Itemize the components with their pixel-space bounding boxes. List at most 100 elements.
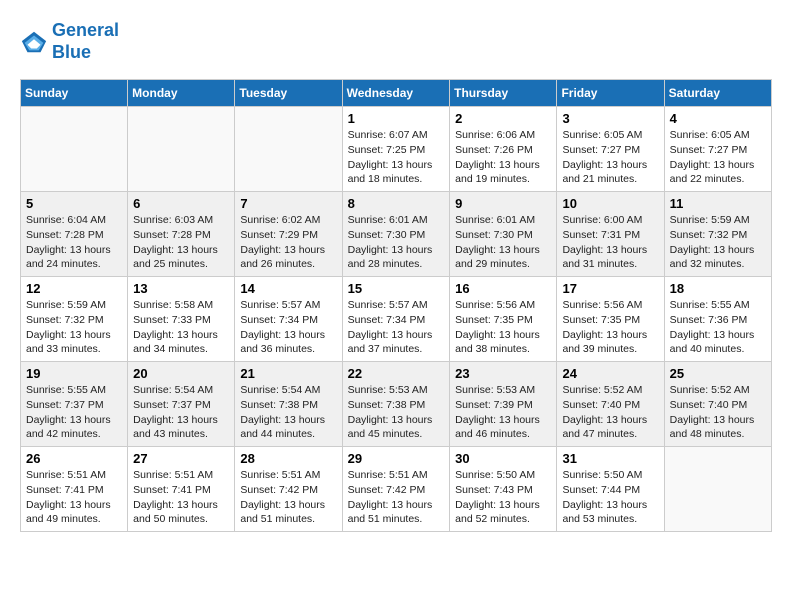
day-info: Sunrise: 5:59 AM Sunset: 7:32 PM Dayligh…	[670, 213, 766, 272]
calendar-week-1: 1 Sunrise: 6:07 AM Sunset: 7:25 PM Daylig…	[21, 107, 772, 192]
calendar-week-5: 26 Sunrise: 5:51 AM Sunset: 7:41 PM Dayli…	[21, 447, 772, 532]
calendar-cell: 4 Sunrise: 6:05 AM Sunset: 7:27 PM Daylig…	[664, 107, 771, 192]
calendar-cell: 27 Sunrise: 5:51 AM Sunset: 7:41 PM Dayli…	[128, 447, 235, 532]
calendar-cell	[235, 107, 342, 192]
day-info: Sunrise: 5:50 AM Sunset: 7:43 PM Dayligh…	[455, 468, 551, 527]
calendar-cell: 11 Sunrise: 5:59 AM Sunset: 7:32 PM Dayli…	[664, 192, 771, 277]
calendar-cell: 12Sunrise: 5:59 AM Sunset: 7:32 PM Dayli…	[21, 277, 128, 362]
day-info: Sunrise: 5:54 AM Sunset: 7:37 PM Dayligh…	[133, 383, 229, 442]
day-number: 17	[562, 281, 658, 296]
day-number: 25	[670, 366, 766, 381]
calendar-cell: 21 Sunrise: 5:54 AM Sunset: 7:38 PM Dayli…	[235, 362, 342, 447]
day-info: Sunrise: 6:06 AM Sunset: 7:26 PM Dayligh…	[455, 128, 551, 187]
day-info: Sunrise: 6:05 AM Sunset: 7:27 PM Dayligh…	[670, 128, 766, 187]
day-number: 21	[240, 366, 336, 381]
day-info: Sunrise: 5:52 AM Sunset: 7:40 PM Dayligh…	[670, 383, 766, 442]
calendar-cell: 2 Sunrise: 6:06 AM Sunset: 7:26 PM Daylig…	[450, 107, 557, 192]
day-number: 5	[26, 196, 122, 211]
day-info: Sunrise: 6:01 AM Sunset: 7:30 PM Dayligh…	[348, 213, 445, 272]
day-number: 9	[455, 196, 551, 211]
day-info: Sunrise: 5:54 AM Sunset: 7:38 PM Dayligh…	[240, 383, 336, 442]
day-number: 24	[562, 366, 658, 381]
day-number: 13	[133, 281, 229, 296]
day-info: Sunrise: 5:58 AM Sunset: 7:33 PM Dayligh…	[133, 298, 229, 357]
day-number: 4	[670, 111, 766, 126]
day-info: Sunrise: 5:59 AM Sunset: 7:32 PM Dayligh…	[26, 298, 122, 357]
day-number: 6	[133, 196, 229, 211]
calendar-cell: 7 Sunrise: 6:02 AM Sunset: 7:29 PM Daylig…	[235, 192, 342, 277]
calendar-cell: 1 Sunrise: 6:07 AM Sunset: 7:25 PM Daylig…	[342, 107, 450, 192]
day-number: 20	[133, 366, 229, 381]
day-number: 28	[240, 451, 336, 466]
day-info: Sunrise: 5:56 AM Sunset: 7:35 PM Dayligh…	[455, 298, 551, 357]
day-number: 22	[348, 366, 445, 381]
calendar-week-4: 19 Sunrise: 5:55 AM Sunset: 7:37 PM Dayli…	[21, 362, 772, 447]
day-number: 26	[26, 451, 122, 466]
calendar-cell: 30 Sunrise: 5:50 AM Sunset: 7:43 PM Dayli…	[450, 447, 557, 532]
day-info: Sunrise: 5:52 AM Sunset: 7:40 PM Dayligh…	[562, 383, 658, 442]
day-number: 16	[455, 281, 551, 296]
calendar-cell	[21, 107, 128, 192]
calendar-week-3: 12Sunrise: 5:59 AM Sunset: 7:32 PM Dayli…	[21, 277, 772, 362]
calendar-cell: 16 Sunrise: 5:56 AM Sunset: 7:35 PM Dayli…	[450, 277, 557, 362]
day-info: Sunrise: 6:02 AM Sunset: 7:29 PM Dayligh…	[240, 213, 336, 272]
header-day-tuesday: Tuesday	[235, 80, 342, 107]
day-info: Sunrise: 5:53 AM Sunset: 7:38 PM Dayligh…	[348, 383, 445, 442]
calendar-cell	[128, 107, 235, 192]
day-number: 19	[26, 366, 122, 381]
calendar-cell: 29 Sunrise: 5:51 AM Sunset: 7:42 PM Dayli…	[342, 447, 450, 532]
calendar-cell: 14Sunrise: 5:57 AM Sunset: 7:34 PM Dayli…	[235, 277, 342, 362]
calendar-cell: 20 Sunrise: 5:54 AM Sunset: 7:37 PM Dayli…	[128, 362, 235, 447]
header-day-wednesday: Wednesday	[342, 80, 450, 107]
page-header: General Blue	[20, 20, 772, 63]
calendar-cell: 24 Sunrise: 5:52 AM Sunset: 7:40 PM Dayli…	[557, 362, 664, 447]
calendar-cell: 23Sunrise: 5:53 AM Sunset: 7:39 PM Dayli…	[450, 362, 557, 447]
logo: General Blue	[20, 20, 119, 63]
day-info: Sunrise: 5:55 AM Sunset: 7:37 PM Dayligh…	[26, 383, 122, 442]
day-info: Sunrise: 5:53 AM Sunset: 7:39 PM Dayligh…	[455, 383, 551, 442]
day-info: Sunrise: 5:51 AM Sunset: 7:41 PM Dayligh…	[133, 468, 229, 527]
day-info: Sunrise: 6:05 AM Sunset: 7:27 PM Dayligh…	[562, 128, 658, 187]
calendar-cell: 3 Sunrise: 6:05 AM Sunset: 7:27 PM Daylig…	[557, 107, 664, 192]
day-info: Sunrise: 6:03 AM Sunset: 7:28 PM Dayligh…	[133, 213, 229, 272]
day-number: 29	[348, 451, 445, 466]
header-day-sunday: Sunday	[21, 80, 128, 107]
day-info: Sunrise: 6:07 AM Sunset: 7:25 PM Dayligh…	[348, 128, 445, 187]
day-number: 10	[562, 196, 658, 211]
header-day-friday: Friday	[557, 80, 664, 107]
calendar-cell: 9Sunrise: 6:01 AM Sunset: 7:30 PM Daylig…	[450, 192, 557, 277]
day-number: 2	[455, 111, 551, 126]
day-info: Sunrise: 6:00 AM Sunset: 7:31 PM Dayligh…	[562, 213, 658, 272]
calendar-cell: 15 Sunrise: 5:57 AM Sunset: 7:34 PM Dayli…	[342, 277, 450, 362]
day-info: Sunrise: 5:56 AM Sunset: 7:35 PM Dayligh…	[562, 298, 658, 357]
day-info: Sunrise: 5:51 AM Sunset: 7:42 PM Dayligh…	[240, 468, 336, 527]
day-number: 31	[562, 451, 658, 466]
day-number: 15	[348, 281, 445, 296]
day-number: 30	[455, 451, 551, 466]
day-info: Sunrise: 5:51 AM Sunset: 7:41 PM Dayligh…	[26, 468, 122, 527]
day-info: Sunrise: 6:04 AM Sunset: 7:28 PM Dayligh…	[26, 213, 122, 272]
day-info: Sunrise: 5:57 AM Sunset: 7:34 PM Dayligh…	[240, 298, 336, 357]
day-info: Sunrise: 5:51 AM Sunset: 7:42 PM Dayligh…	[348, 468, 445, 527]
day-number: 11	[670, 196, 766, 211]
calendar-cell: 31Sunrise: 5:50 AM Sunset: 7:44 PM Dayli…	[557, 447, 664, 532]
calendar-cell: 6 Sunrise: 6:03 AM Sunset: 7:28 PM Daylig…	[128, 192, 235, 277]
logo-icon	[20, 28, 48, 56]
day-number: 3	[562, 111, 658, 126]
calendar-cell: 28 Sunrise: 5:51 AM Sunset: 7:42 PM Dayli…	[235, 447, 342, 532]
day-number: 1	[348, 111, 445, 126]
day-number: 7	[240, 196, 336, 211]
day-number: 8	[348, 196, 445, 211]
calendar-cell: 19 Sunrise: 5:55 AM Sunset: 7:37 PM Dayli…	[21, 362, 128, 447]
calendar-cell: 17 Sunrise: 5:56 AM Sunset: 7:35 PM Dayli…	[557, 277, 664, 362]
calendar-cell	[664, 447, 771, 532]
day-number: 27	[133, 451, 229, 466]
calendar-header-row: SundayMondayTuesdayWednesdayThursdayFrid…	[21, 80, 772, 107]
calendar-cell: 5 Sunrise: 6:04 AM Sunset: 7:28 PM Daylig…	[21, 192, 128, 277]
calendar-week-2: 5 Sunrise: 6:04 AM Sunset: 7:28 PM Daylig…	[21, 192, 772, 277]
header-day-saturday: Saturday	[664, 80, 771, 107]
calendar-cell: 8 Sunrise: 6:01 AM Sunset: 7:30 PM Daylig…	[342, 192, 450, 277]
day-info: Sunrise: 5:57 AM Sunset: 7:34 PM Dayligh…	[348, 298, 445, 357]
header-day-thursday: Thursday	[450, 80, 557, 107]
calendar-cell: 18Sunrise: 5:55 AM Sunset: 7:36 PM Dayli…	[664, 277, 771, 362]
